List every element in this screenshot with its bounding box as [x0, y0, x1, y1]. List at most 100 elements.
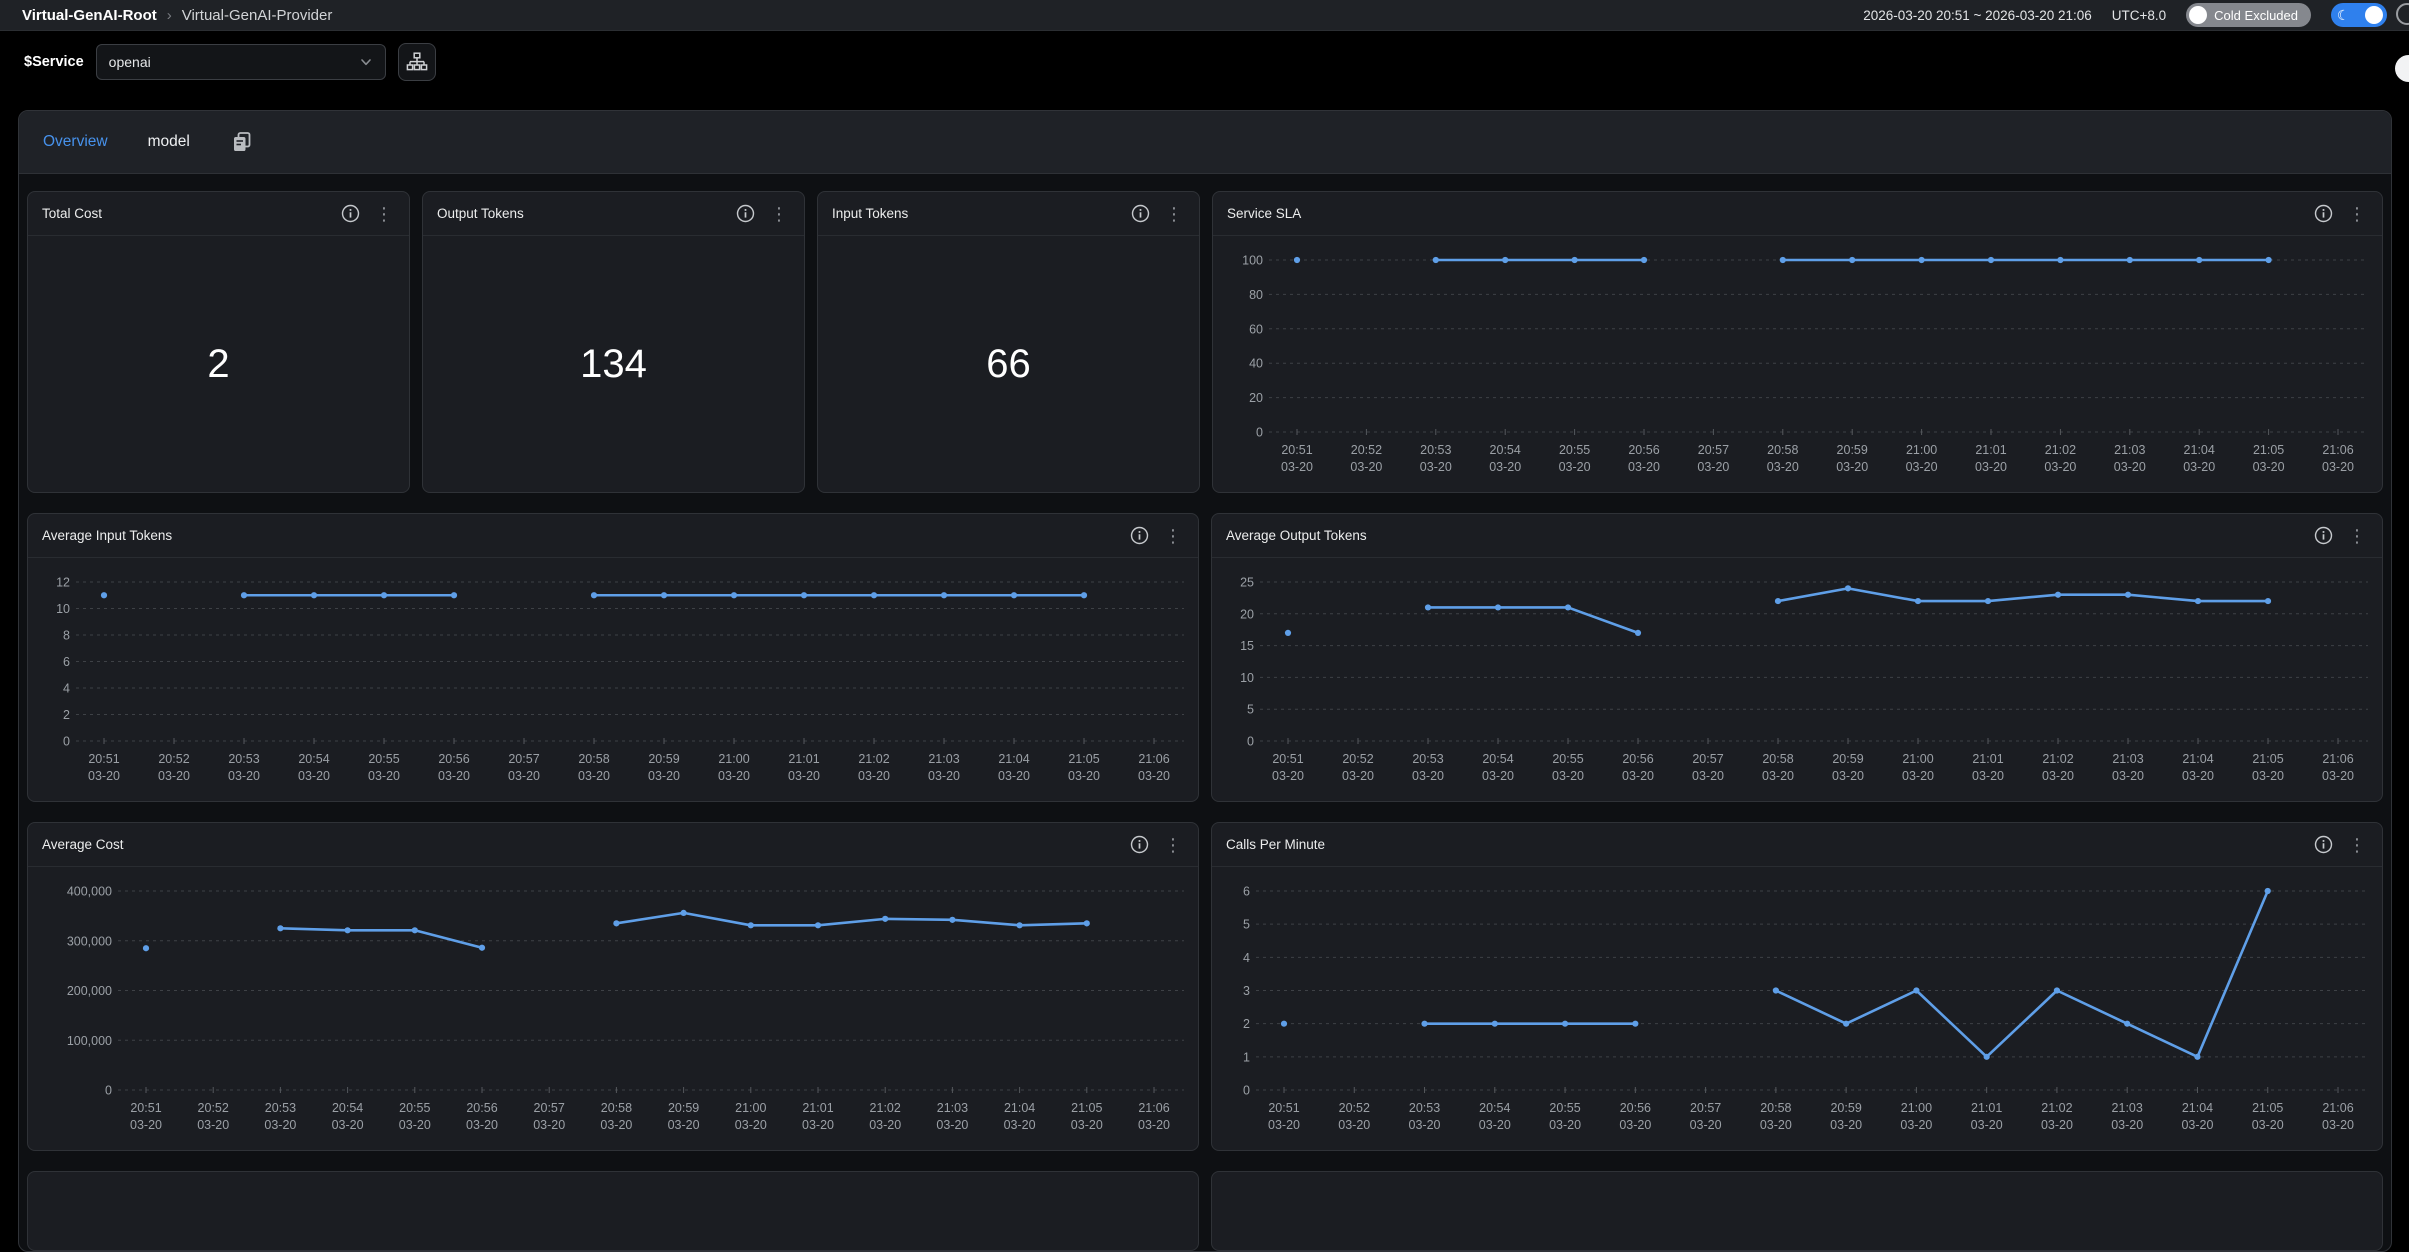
svg-text:03-20: 03-20 [130, 1118, 162, 1132]
info-icon[interactable] [2314, 204, 2333, 223]
svg-text:03-20: 03-20 [1830, 1118, 1862, 1132]
tab-overview[interactable]: Overview [43, 133, 108, 151]
svg-text:0: 0 [105, 1084, 112, 1098]
kebab-menu-icon[interactable]: ⋮ [373, 205, 395, 223]
card-title: Average Output Tokens [1226, 528, 1367, 543]
kebab-menu-icon[interactable]: ⋮ [1163, 205, 1185, 223]
svg-text:03-20: 03-20 [1628, 460, 1660, 474]
svg-text:03-20: 03-20 [2181, 1118, 2213, 1132]
row-token-charts: Average Input Tokens ⋮ 02468101220:5103-… [27, 513, 2383, 802]
svg-text:03-20: 03-20 [2252, 1118, 2284, 1132]
time-range-picker[interactable]: 2026-03-20 20:51 ~ 2026-03-20 21:06 [1863, 8, 2092, 23]
svg-text:03-20: 03-20 [1619, 1118, 1651, 1132]
card-title: Service SLA [1227, 206, 1301, 221]
svg-text:21:03: 21:03 [2114, 443, 2145, 457]
info-icon[interactable] [2314, 526, 2333, 545]
kebab-menu-icon[interactable]: ⋮ [1162, 836, 1184, 854]
svg-text:03-20: 03-20 [1412, 769, 1444, 783]
svg-text:03-20: 03-20 [2252, 769, 2284, 783]
card-title: Total Cost [42, 206, 102, 221]
svg-text:20:58: 20:58 [1767, 443, 1798, 457]
svg-text:20:54: 20:54 [1490, 443, 1521, 457]
svg-text:21:02: 21:02 [870, 1101, 901, 1115]
average-output-tokens-chart: 051015202520:5103-2020:5203-2020:5303-20… [1212, 558, 2382, 801]
service-variable-label: $Service [24, 54, 84, 70]
average-input-tokens-card: Average Input Tokens ⋮ 02468101220:5103-… [27, 513, 1199, 802]
svg-text:03-20: 03-20 [399, 1118, 431, 1132]
cold-excluded-toggle[interactable]: Cold Excluded [2186, 3, 2311, 27]
svg-text:20:58: 20:58 [601, 1101, 632, 1115]
service-select-value: openai [109, 54, 151, 70]
svg-text:60: 60 [1249, 322, 1263, 336]
timezone-label[interactable]: UTC+8.0 [2112, 8, 2166, 23]
svg-text:03-20: 03-20 [869, 1118, 901, 1132]
svg-text:6: 6 [1243, 885, 1250, 899]
clipped-topbar-button[interactable] [2396, 3, 2409, 25]
toggle-knob [2189, 6, 2207, 24]
svg-text:5: 5 [1243, 918, 1250, 932]
svg-text:21:02: 21:02 [2041, 1101, 2072, 1115]
svg-text:03-20: 03-20 [1338, 1118, 1370, 1132]
info-icon[interactable] [1131, 204, 1150, 223]
svg-text:21:03: 21:03 [928, 752, 959, 766]
stat-body: 66 [818, 236, 1199, 492]
info-icon[interactable] [736, 204, 755, 223]
svg-text:12: 12 [56, 576, 70, 590]
svg-text:0: 0 [1256, 426, 1263, 440]
clipped-card [1211, 1171, 2383, 1251]
svg-text:4: 4 [1243, 951, 1250, 965]
kebab-menu-icon[interactable]: ⋮ [1162, 527, 1184, 545]
svg-text:03-20: 03-20 [298, 769, 330, 783]
svg-text:3: 3 [1243, 984, 1250, 998]
svg-text:03-20: 03-20 [2253, 460, 2285, 474]
svg-text:20:53: 20:53 [1412, 752, 1443, 766]
top-bar: Virtual-GenAI-Root › Virtual-GenAI-Provi… [0, 0, 2409, 31]
svg-text:21:04: 21:04 [998, 752, 1029, 766]
svg-text:21:00: 21:00 [1906, 443, 1937, 457]
svg-text:03-20: 03-20 [1690, 1118, 1722, 1132]
svg-text:21:01: 21:01 [1972, 752, 2003, 766]
card-header: Calls Per Minute ⋮ [1212, 823, 2382, 867]
svg-text:03-20: 03-20 [1342, 769, 1374, 783]
kebab-menu-icon[interactable]: ⋮ [768, 205, 790, 223]
kebab-menu-icon[interactable]: ⋮ [2346, 836, 2368, 854]
svg-text:21:06: 21:06 [2322, 752, 2353, 766]
svg-text:21:03: 21:03 [2112, 752, 2143, 766]
svg-text:03-20: 03-20 [1832, 769, 1864, 783]
duplicate-pages-icon[interactable] [230, 130, 254, 154]
svg-text:03-20: 03-20 [2322, 460, 2354, 474]
svg-text:21:03: 21:03 [937, 1101, 968, 1115]
clipped-floating-button[interactable] [2395, 55, 2409, 82]
svg-text:03-20: 03-20 [998, 769, 1030, 783]
topology-view-button[interactable] [398, 43, 436, 81]
tab-model[interactable]: model [148, 133, 190, 151]
svg-text:03-20: 03-20 [368, 769, 400, 783]
svg-text:2: 2 [63, 708, 70, 722]
kebab-menu-icon[interactable]: ⋮ [2346, 527, 2368, 545]
info-icon[interactable] [1130, 526, 1149, 545]
svg-text:03-20: 03-20 [533, 1118, 565, 1132]
svg-text:03-20: 03-20 [197, 1118, 229, 1132]
info-icon[interactable] [2314, 835, 2333, 854]
info-icon[interactable] [341, 204, 360, 223]
dark-mode-toggle[interactable]: ☾ [2331, 3, 2387, 27]
service-sla-card: Service SLA ⋮ 02040608010020:5103-2020:5… [1212, 191, 2383, 493]
kebab-menu-icon[interactable]: ⋮ [2346, 205, 2368, 223]
svg-text:20:53: 20:53 [265, 1101, 296, 1115]
svg-text:21:01: 21:01 [802, 1101, 833, 1115]
svg-text:03-20: 03-20 [1972, 769, 2004, 783]
service-select[interactable]: openai [96, 44, 386, 80]
average-cost-card: Average Cost ⋮ 0100,000200,000300,000400… [27, 822, 1199, 1151]
calls-per-minute-card: Calls Per Minute ⋮ 012345620:5103-2020:5… [1211, 822, 2383, 1151]
svg-text:100,000: 100,000 [67, 1034, 112, 1048]
svg-text:03-20: 03-20 [1350, 460, 1382, 474]
svg-text:20: 20 [1249, 391, 1263, 405]
info-icon[interactable] [1130, 835, 1149, 854]
breadcrumb-root-link[interactable]: Virtual-GenAI-Root [22, 7, 157, 24]
row-next-clipped [27, 1171, 2383, 1251]
chevron-down-icon [359, 55, 373, 69]
svg-text:03-20: 03-20 [1975, 460, 2007, 474]
svg-text:03-20: 03-20 [1138, 769, 1170, 783]
svg-text:20:54: 20:54 [298, 752, 329, 766]
svg-text:03-20: 03-20 [1071, 1118, 1103, 1132]
